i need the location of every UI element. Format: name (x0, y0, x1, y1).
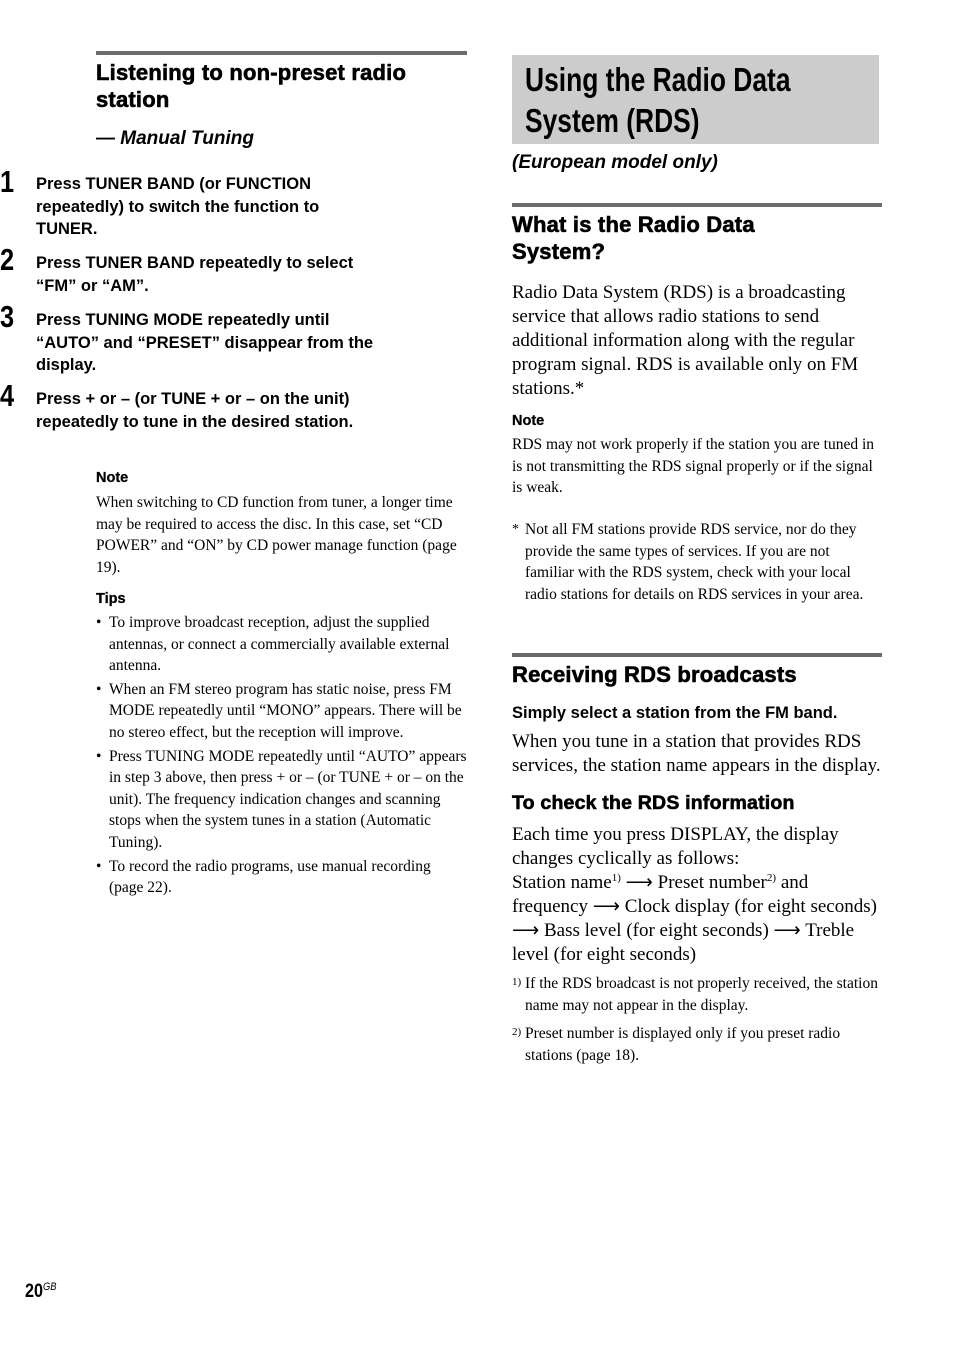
tips-list: • To improve broadcast reception, adjust … (96, 612, 467, 899)
section-divider (512, 203, 882, 207)
asterisk-text: Not all FM stations provide RDS service,… (525, 521, 864, 603)
footnote-text: Preset number is displayed only if you p… (525, 1025, 841, 1064)
section-divider (512, 653, 882, 657)
section-heading-receiving-rds: Receiving RDS broadcasts (512, 662, 797, 688)
page-title-line-1: Using the Radio Data (525, 61, 791, 98)
page-title-box: Using the Radio Data System (RDS) (512, 55, 879, 144)
footnote-1: 1) If the RDS broadcast is not properly … (512, 973, 882, 1016)
arrow-right-icon: ⟶ (625, 872, 653, 893)
tip-text: To improve broadcast reception, adjust t… (109, 614, 450, 675)
bullet-icon: • (96, 680, 102, 698)
asterisk-mark: * (512, 522, 519, 537)
step-text: Press TUNER BAND repeatedly to select “F… (36, 254, 354, 295)
tip-text: To record the radio programs, use manual… (109, 857, 431, 897)
footnote-2: 2) Preset number is displayed only if yo… (512, 1023, 882, 1066)
receiving-body: When you tune in a station that provides… (512, 731, 881, 776)
tip-item: • When an FM stereo program has static no… (96, 679, 467, 744)
step-number: 1 (0, 164, 15, 199)
step-number: 3 (0, 299, 15, 334)
tip-text: When an FM stereo program has static noi… (109, 680, 462, 741)
step-number: 4 (0, 378, 15, 413)
what-is-rds-body: Radio Data System (RDS) is a broadcastin… (512, 282, 859, 399)
cycle-preset-number: Preset number (657, 872, 767, 893)
cycle-bass: Bass level (for eight seconds) (544, 920, 769, 941)
arrow-right-icon: ⟶ (773, 920, 801, 941)
section-heading-what-is-rds: What is the Radio Data System? (512, 212, 755, 265)
subheading-check-rds: To check the RDS information (512, 792, 795, 815)
page-region-suffix: GB (42, 1281, 57, 1293)
section-heading-manual-tuning: Listening to non-preset radio station (96, 60, 407, 113)
step-number: 2 (0, 242, 15, 277)
note-label: Note (512, 413, 545, 429)
tip-item: • Press TUNING MODE repeatedly until “AUT… (96, 746, 467, 854)
step-text: Press + or – (or TUNE + or – on the unit… (36, 390, 354, 431)
arrow-right-icon: ⟶ (592, 896, 620, 917)
tip-item: • To improve broadcast reception, adjust … (96, 612, 467, 677)
cycle-station-name: Station name (512, 872, 612, 893)
footnote-ref-2: 2) (766, 872, 777, 884)
title-subtitle: (European model only) (512, 152, 718, 173)
bullet-icon: • (96, 614, 102, 631)
section-subtitle: — Manual Tuning (96, 128, 254, 149)
footnote-mark: 2) (512, 1026, 522, 1038)
tip-text: Press TUNING MODE repeatedly until “AUTO… (109, 747, 467, 851)
tip-item: • To record the radio programs, use manua… (96, 856, 467, 899)
bullet-icon: • (96, 747, 102, 765)
page-title: Using the Radio Data System (RDS) (525, 59, 877, 141)
footnote-mark: 1) (512, 976, 522, 988)
check-rds-body: Each time you press DISPLAY, the display… (512, 823, 882, 967)
asterisk-footnote: * Not all FM stations provide RDS servic… (512, 519, 882, 605)
step-text: Press TUNER BAND (or FUNCTION repeatedly… (36, 175, 320, 238)
page-title-line-2: System (RDS) (525, 102, 700, 139)
check-intro: Each time you press DISPLAY, the display… (512, 824, 839, 869)
footnote-text: If the RDS broadcast is not properly rec… (525, 975, 878, 1014)
arrow-right-icon: ⟶ (512, 920, 540, 941)
note-text: When switching to CD function from tuner… (96, 494, 457, 576)
page-number-value: 20 (25, 1281, 43, 1302)
receiving-lead: Simply select a station from the FM band… (512, 704, 838, 722)
cycle-clock: Clock display (for eight seconds) (624, 896, 877, 917)
footnote-ref-1: 1) (611, 872, 621, 884)
step-text: Press TUNING MODE repeatedly until “AUTO… (36, 311, 374, 374)
section-divider (96, 51, 467, 55)
note-text: RDS may not work properly if the station… (512, 436, 875, 497)
page-number: 20GB (25, 1281, 56, 1303)
tips-label: Tips (96, 591, 126, 607)
bullet-icon: • (96, 857, 102, 875)
note-label: Note (96, 470, 129, 486)
